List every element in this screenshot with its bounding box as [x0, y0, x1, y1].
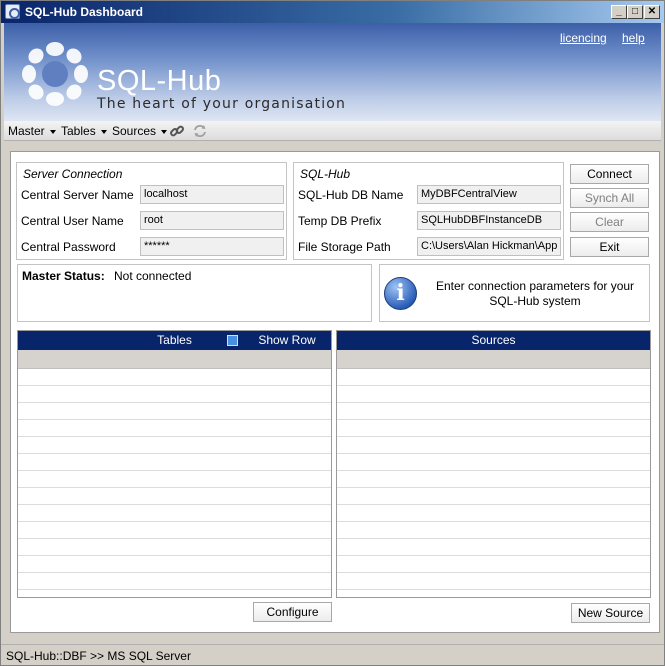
menu-bar: Master Tables Sources [4, 121, 661, 141]
server-name-label: Central Server Name [21, 188, 134, 202]
master-status-box: Master Status: Not connected [17, 264, 372, 322]
new-source-button[interactable]: New Source [571, 603, 650, 623]
licencing-link[interactable]: licencing [560, 31, 607, 45]
menu-sources[interactable]: Sources [112, 124, 168, 138]
status-bar-text: SQL-Hub::DBF >> MS SQL Server [6, 649, 191, 663]
refresh-icon[interactable] [192, 123, 208, 139]
password-label: Central Password [21, 240, 116, 254]
menu-tables[interactable]: Tables [61, 124, 107, 138]
list-item[interactable] [337, 369, 650, 386]
chevron-down-icon [49, 129, 56, 134]
link-icon[interactable] [169, 123, 185, 139]
password-field[interactable]: ****** [140, 237, 284, 256]
storage-path-field[interactable]: C:\Users\Alan Hickman\App [417, 237, 561, 256]
table-row[interactable] [18, 471, 331, 488]
table-row[interactable] [18, 488, 331, 505]
tables-grid[interactable] [18, 369, 331, 590]
chevron-down-icon [161, 129, 168, 134]
main-content: Server Connection Central Server Name lo… [10, 151, 660, 633]
sqlhub-group-title: SQL-Hub [300, 167, 351, 181]
storage-path-label: File Storage Path [298, 240, 391, 254]
table-row[interactable] [18, 420, 331, 437]
list-item[interactable] [337, 573, 650, 590]
tables-header-label: Tables [157, 333, 192, 347]
server-name-field[interactable]: localhost [140, 185, 284, 204]
list-item[interactable] [337, 420, 650, 437]
master-status-value: Not connected [114, 269, 192, 283]
server-connection-group: Server Connection Central Server Name lo… [16, 162, 287, 260]
maximize-button[interactable]: □ [627, 5, 643, 19]
menu-sources-label: Sources [112, 124, 157, 138]
temp-db-prefix-label: Temp DB Prefix [298, 214, 382, 228]
table-row[interactable] [18, 386, 331, 403]
sources-panel: Sources [336, 330, 651, 598]
list-item[interactable] [337, 556, 650, 573]
configure-button[interactable]: Configure [253, 602, 332, 622]
window-title: SQL-Hub Dashboard [25, 5, 144, 19]
list-item[interactable] [337, 403, 650, 420]
sources-grid[interactable] [337, 369, 650, 590]
table-row[interactable] [18, 573, 331, 590]
list-item[interactable] [337, 522, 650, 539]
server-connection-title: Server Connection [23, 167, 123, 181]
tables-panel-header: Tables Show Row Count [18, 331, 331, 366]
table-row[interactable] [18, 539, 331, 556]
table-row[interactable] [18, 437, 331, 454]
list-item[interactable] [337, 437, 650, 454]
exit-button[interactable]: Exit [570, 237, 649, 257]
master-status-label: Master Status: [22, 269, 105, 283]
sqlhub-group: SQL-Hub SQL-Hub DB Name MyDBFCentralView… [293, 162, 564, 260]
sources-grid-header [337, 350, 650, 369]
clear-button[interactable]: Clear [570, 212, 649, 232]
table-row[interactable] [18, 369, 331, 386]
header-banner: SQL-Hub The heart of your organisation l… [4, 23, 661, 121]
list-item[interactable] [337, 505, 650, 522]
table-row[interactable] [18, 505, 331, 522]
list-item[interactable] [337, 488, 650, 505]
list-item[interactable] [337, 539, 650, 556]
info-icon: i [384, 277, 417, 310]
tables-grid-header [18, 350, 331, 369]
info-box: i Enter connection parameters for your S… [379, 264, 650, 322]
connect-button[interactable]: Connect [570, 164, 649, 184]
table-row[interactable] [18, 556, 331, 573]
tables-panel: Tables Show Row Count [17, 330, 332, 598]
show-row-count-checkbox[interactable] [227, 335, 238, 346]
list-item[interactable] [337, 386, 650, 403]
user-name-label: Central User Name [21, 214, 124, 228]
minimize-button[interactable]: _ [611, 5, 627, 19]
sources-panel-header: Sources [337, 331, 650, 350]
info-message: Enter connection parameters for your SQL… [435, 279, 635, 308]
temp-db-prefix-field[interactable]: SQLHubDBFInstanceDB [417, 211, 561, 230]
brand-tagline: The heart of your organisation [97, 96, 347, 112]
list-item[interactable] [337, 471, 650, 488]
menu-master[interactable]: Master [8, 124, 56, 138]
sources-header-label: Sources [471, 333, 516, 347]
table-row[interactable] [18, 522, 331, 539]
app-icon [5, 4, 20, 19]
user-name-field[interactable]: root [140, 211, 284, 230]
help-link[interactable]: help [622, 31, 645, 45]
chevron-down-icon [100, 129, 107, 134]
table-row[interactable] [18, 454, 331, 471]
menu-tables-label: Tables [61, 124, 96, 138]
brand-name: SQL-Hub [97, 65, 222, 97]
db-name-label: SQL-Hub DB Name [298, 188, 404, 202]
title-bar[interactable]: SQL-Hub Dashboard _ □ ✕ [1, 1, 664, 23]
table-row[interactable] [18, 403, 331, 420]
list-item[interactable] [337, 454, 650, 471]
synch-all-button[interactable]: Synch All [570, 188, 649, 208]
db-name-field[interactable]: MyDBFCentralView [417, 185, 561, 204]
app-window: SQL-Hub Dashboard _ □ ✕ SQL-Hub The hear… [0, 0, 665, 666]
close-button[interactable]: ✕ [644, 5, 660, 19]
sqlhub-logo-icon [22, 42, 88, 106]
menu-master-label: Master [8, 124, 45, 138]
status-bar: SQL-Hub::DBF >> MS SQL Server [1, 644, 664, 665]
